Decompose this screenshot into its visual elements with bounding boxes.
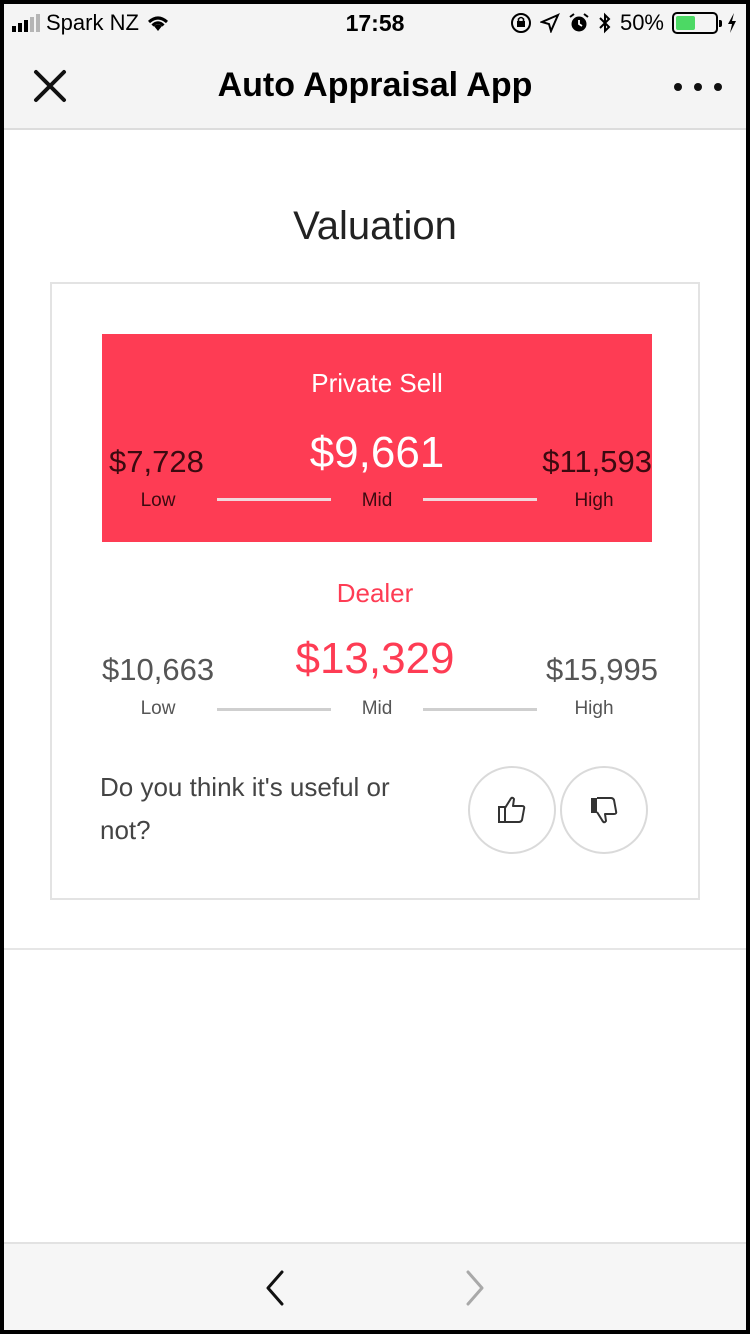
- page-title: Valuation: [293, 204, 457, 248]
- nav-bar: Auto Appraisal App: [4, 44, 746, 130]
- chevron-right-icon: [466, 1270, 484, 1306]
- valuation-card: Private Sell $7,728 $9,661 $11,593 Low M…: [50, 282, 700, 900]
- more-button[interactable]: [674, 72, 722, 102]
- nav-title: Auto Appraisal App: [217, 66, 533, 104]
- dealer-high-label: High: [574, 698, 614, 719]
- dealer-range-line-left: [217, 708, 331, 711]
- phone-screen: Spark NZ 17:58 50% Auto Appraisal App Va…: [4, 4, 746, 1330]
- battery-fill: [676, 16, 695, 30]
- alarm-icon: [569, 13, 589, 32]
- charging-icon: [728, 13, 736, 33]
- private-high-value: $11,593: [542, 444, 652, 479]
- dealer-low-label: Low: [140, 698, 176, 719]
- content-divider: [4, 948, 746, 950]
- private-sell-label: Private Sell: [311, 368, 443, 398]
- more-icon: [674, 83, 682, 91]
- thumbs-up-button[interactable]: [468, 766, 556, 854]
- rotation-lock-icon: [510, 13, 531, 33]
- dealer-label: Dealer: [336, 578, 414, 608]
- back-button[interactable]: [256, 1268, 296, 1308]
- location-icon: [539, 13, 560, 33]
- thumbs-down-icon: [591, 797, 618, 824]
- forward-button[interactable]: [454, 1268, 494, 1308]
- battery-percent: 50%: [619, 10, 664, 35]
- thumbs-up-icon: [498, 796, 526, 823]
- dealer-high-value: $15,995: [545, 652, 658, 687]
- chevron-left-icon: [266, 1270, 284, 1306]
- private-range-line-left: [217, 498, 331, 501]
- bottom-toolbar: [4, 1242, 746, 1330]
- bluetooth-icon: [599, 12, 611, 34]
- feedback-question: Do you think it's useful or not?: [100, 772, 390, 845]
- battery-icon: [672, 12, 722, 34]
- dealer-range-line-right: [423, 708, 537, 711]
- private-low-label: Low: [140, 490, 176, 511]
- private-range-line-right: [423, 498, 537, 501]
- status-right: 50%: [510, 10, 738, 36]
- private-high-label: High: [574, 490, 614, 511]
- private-mid-label: Mid: [361, 490, 393, 511]
- dealer-panel: Dealer $10,663 $13,329 $15,995 Low Mid H…: [52, 562, 698, 722]
- thumbs-down-button[interactable]: [560, 766, 648, 854]
- private-sell-panel: Private Sell $7,728 $9,661 $11,593 Low M…: [102, 334, 652, 542]
- dealer-mid-label: Mid: [361, 698, 393, 719]
- status-bar: Spark NZ 17:58 50%: [4, 4, 746, 44]
